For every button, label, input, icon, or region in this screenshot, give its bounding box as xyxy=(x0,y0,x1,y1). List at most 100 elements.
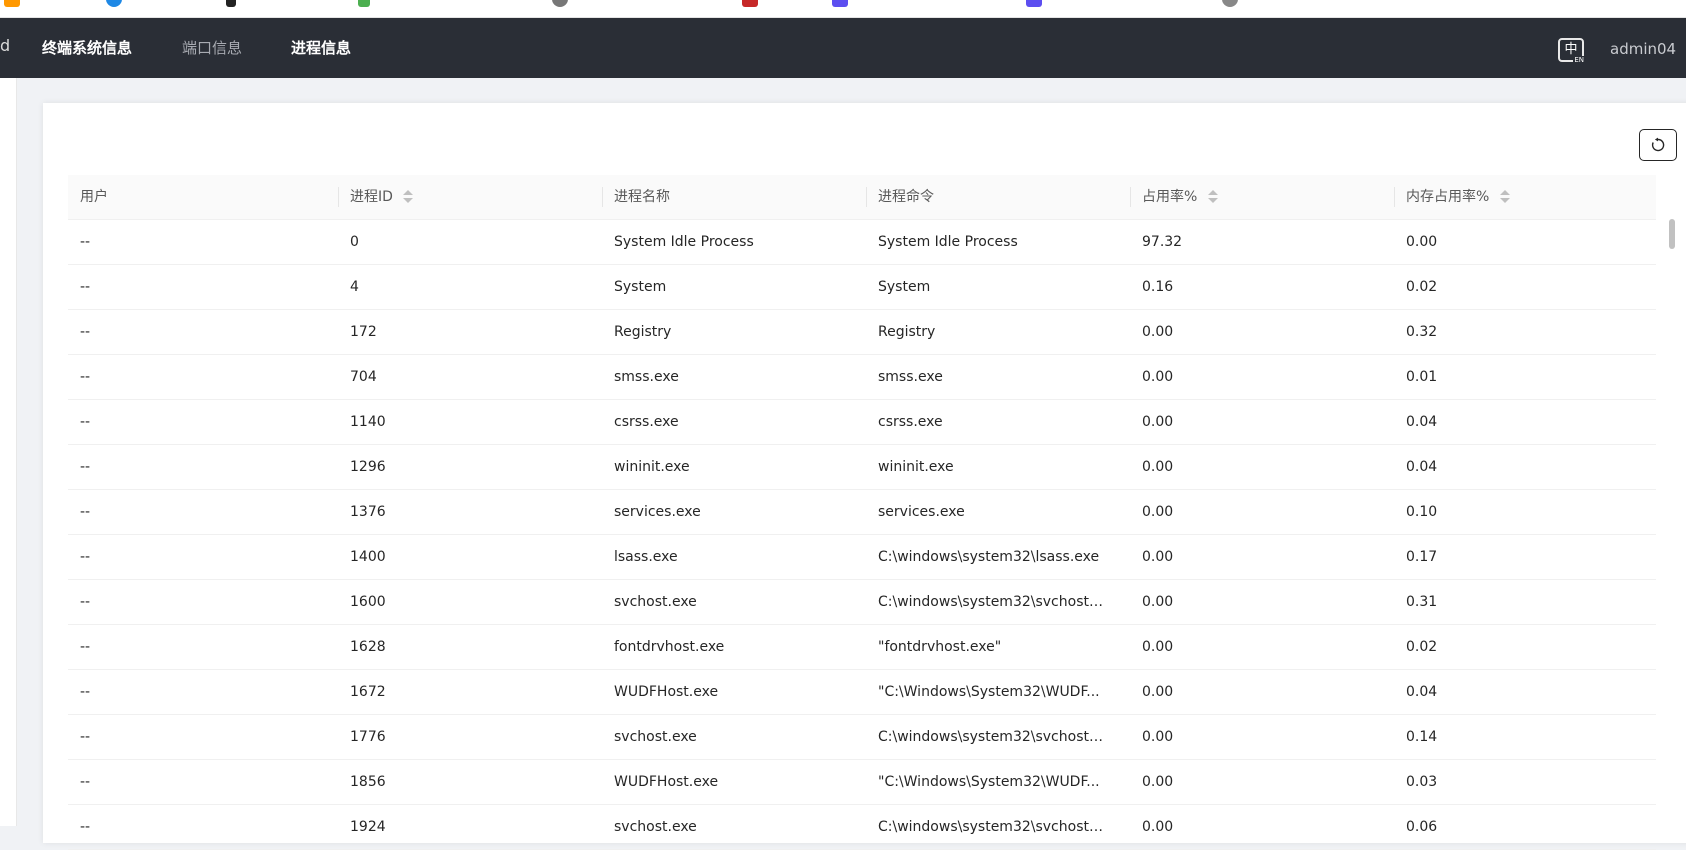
cell-process-command: System xyxy=(878,279,931,295)
column-header-pid[interactable]: 进程ID xyxy=(338,175,602,219)
nav-tab-process-info[interactable]: 进程信息 xyxy=(291,38,351,58)
user-name[interactable]: admin04 xyxy=(1610,40,1676,58)
cell-process-command: Registry xyxy=(878,324,936,340)
cell-pid: 1140 xyxy=(350,414,386,430)
sort-icon[interactable] xyxy=(1499,190,1510,204)
nav-tab-terminal-system-info[interactable]: 终端系统信息 xyxy=(42,38,132,58)
cell-cpu-usage: 0.00 xyxy=(1142,594,1174,610)
sidebar-edge xyxy=(0,78,17,826)
table-row[interactable]: -- 1600 svchost.exe C:\windows\system32\svc… xyxy=(68,580,1656,625)
cell-user: -- xyxy=(80,369,91,385)
refresh-button[interactable] xyxy=(1639,129,1677,161)
cell-memory-usage: 0.10 xyxy=(1406,504,1438,520)
cell-pid: 1672 xyxy=(350,684,386,700)
scrollbar-thumb[interactable] xyxy=(1669,219,1675,249)
cell-process-command: C:\windows\system32\svchost.... xyxy=(878,819,1106,835)
cell-cpu-usage: 0.00 xyxy=(1142,774,1174,790)
cell-process-name: System Idle Process xyxy=(614,234,754,250)
column-label: 用户 xyxy=(80,189,108,205)
cell-pid: 1856 xyxy=(350,774,386,790)
cell-cpu-usage: 0.00 xyxy=(1142,324,1174,340)
cell-process-name: svchost.exe xyxy=(614,729,697,745)
column-header-cpu-usage[interactable]: 占用率% xyxy=(1130,175,1394,219)
cell-memory-usage: 0.04 xyxy=(1406,684,1438,700)
cell-process-name: fontdrvhost.exe xyxy=(614,639,725,655)
cell-user: -- xyxy=(80,684,91,700)
table-row[interactable]: -- 1672 WUDFHost.exe "C:\Windows\System32\W… xyxy=(68,670,1656,715)
cell-pid: 0 xyxy=(350,234,359,250)
cell-user: -- xyxy=(80,324,91,340)
cell-process-name: Registry xyxy=(614,324,672,340)
cell-cpu-usage: 0.00 xyxy=(1142,369,1174,385)
cell-cpu-usage: 0.16 xyxy=(1142,279,1174,295)
bookmark-favicon[interactable] xyxy=(226,0,236,7)
cell-user: -- xyxy=(80,279,91,295)
cell-cpu-usage: 97.32 xyxy=(1142,234,1183,250)
language-icon: 中 xyxy=(1564,42,1578,57)
cell-process-command: smss.exe xyxy=(878,369,943,385)
table-row[interactable]: -- 704 smss.exe smss.exe 0.00 0.01 xyxy=(68,355,1656,400)
bookmark-favicon[interactable] xyxy=(1026,0,1042,7)
cell-memory-usage: 0.02 xyxy=(1406,279,1438,295)
bookmark-favicon[interactable] xyxy=(832,0,848,7)
column-header-process-name: 进程名称 xyxy=(602,175,866,219)
table-row[interactable]: -- 1140 csrss.exe csrss.exe 0.00 0.04 xyxy=(68,400,1656,445)
column-header-memory-usage[interactable]: 内存占用率% xyxy=(1394,175,1656,219)
table-row[interactable]: -- 1628 fontdrvhost.exe "fontdrvhost.exe" 0.… xyxy=(68,625,1656,670)
process-table: 用户 进程ID 进程名称 进程命令 占用率% 内存占用率% -- 0 System … xyxy=(68,175,1656,850)
table-scrollbar[interactable] xyxy=(1666,219,1678,826)
cell-process-name: lsass.exe xyxy=(614,549,678,565)
bookmark-favicon[interactable] xyxy=(106,0,122,7)
cell-memory-usage: 0.04 xyxy=(1406,459,1438,475)
column-header-process-command: 进程命令 xyxy=(866,175,1130,219)
table-row[interactable]: -- 172 Registry Registry 0.00 0.32 xyxy=(68,310,1656,355)
cell-pid: 172 xyxy=(350,324,377,340)
table-row[interactable]: -- 1856 WUDFHost.exe "C:\Windows\System32\W… xyxy=(68,760,1656,805)
table-row[interactable]: -- 1776 svchost.exe C:\windows\system32\svc… xyxy=(68,715,1656,760)
cell-memory-usage: 0.31 xyxy=(1406,594,1438,610)
cell-process-command: "C:\Windows\System32\WUDF... xyxy=(878,684,1100,700)
cell-user: -- xyxy=(80,504,91,520)
column-label: 进程ID xyxy=(350,189,393,205)
cell-pid: 1400 xyxy=(350,549,386,565)
table-row[interactable]: -- 1296 wininit.exe wininit.exe 0.00 0.04 xyxy=(68,445,1656,490)
cell-user: -- xyxy=(80,774,91,790)
cell-process-name: System xyxy=(614,279,667,295)
cell-cpu-usage: 0.00 xyxy=(1142,729,1174,745)
table-row[interactable]: -- 0 System Idle Process System Idle Proces… xyxy=(68,220,1656,265)
table-row[interactable]: -- 1400 lsass.exe C:\windows\system32\lsass… xyxy=(68,535,1656,580)
refresh-icon xyxy=(1651,137,1665,152)
column-label: 进程命令 xyxy=(878,189,934,205)
bookmark-favicon[interactable] xyxy=(358,0,370,7)
column-divider xyxy=(338,187,339,207)
cell-process-command: "C:\Windows\System32\WUDF... xyxy=(878,774,1100,790)
cell-cpu-usage: 0.00 xyxy=(1142,504,1174,520)
cell-memory-usage: 0.00 xyxy=(1406,234,1438,250)
sort-icon[interactable] xyxy=(1207,190,1218,204)
cell-user: -- xyxy=(80,414,91,430)
cell-process-name: smss.exe xyxy=(614,369,679,385)
cell-process-command: wininit.exe xyxy=(878,459,954,475)
cell-memory-usage: 0.04 xyxy=(1406,414,1438,430)
cell-pid: 1776 xyxy=(350,729,386,745)
globe-icon[interactable] xyxy=(552,0,568,7)
table-row[interactable]: -- 4 System System 0.16 0.02 xyxy=(68,265,1656,310)
cell-pid: 1376 xyxy=(350,504,386,520)
cell-process-name: WUDFHost.exe xyxy=(614,684,719,700)
cell-cpu-usage: 0.00 xyxy=(1142,639,1174,655)
language-switch-button[interactable]: 中 EN xyxy=(1558,38,1585,64)
table-header: 用户 进程ID 进程名称 进程命令 占用率% 内存占用率% xyxy=(68,175,1656,220)
browser-bookmark-bar xyxy=(0,0,1686,18)
table-row[interactable]: -- 1924 svchost.exe C:\windows\system32\svc… xyxy=(68,805,1656,850)
table-row[interactable]: -- 1376 services.exe services.exe 0.00 0.10 xyxy=(68,490,1656,535)
bookmark-favicon[interactable] xyxy=(742,0,758,7)
bookmark-favicon[interactable] xyxy=(1222,0,1238,7)
cell-process-command: System Idle Process xyxy=(878,234,1018,250)
cell-pid: 704 xyxy=(350,369,377,385)
bookmark-favicon[interactable] xyxy=(4,0,20,7)
cell-memory-usage: 0.06 xyxy=(1406,819,1438,835)
sort-icon[interactable] xyxy=(403,190,414,204)
nav-tab-port-info[interactable]: 端口信息 xyxy=(182,38,242,58)
brand-logo-text: d xyxy=(0,36,11,55)
column-divider xyxy=(1394,187,1395,207)
